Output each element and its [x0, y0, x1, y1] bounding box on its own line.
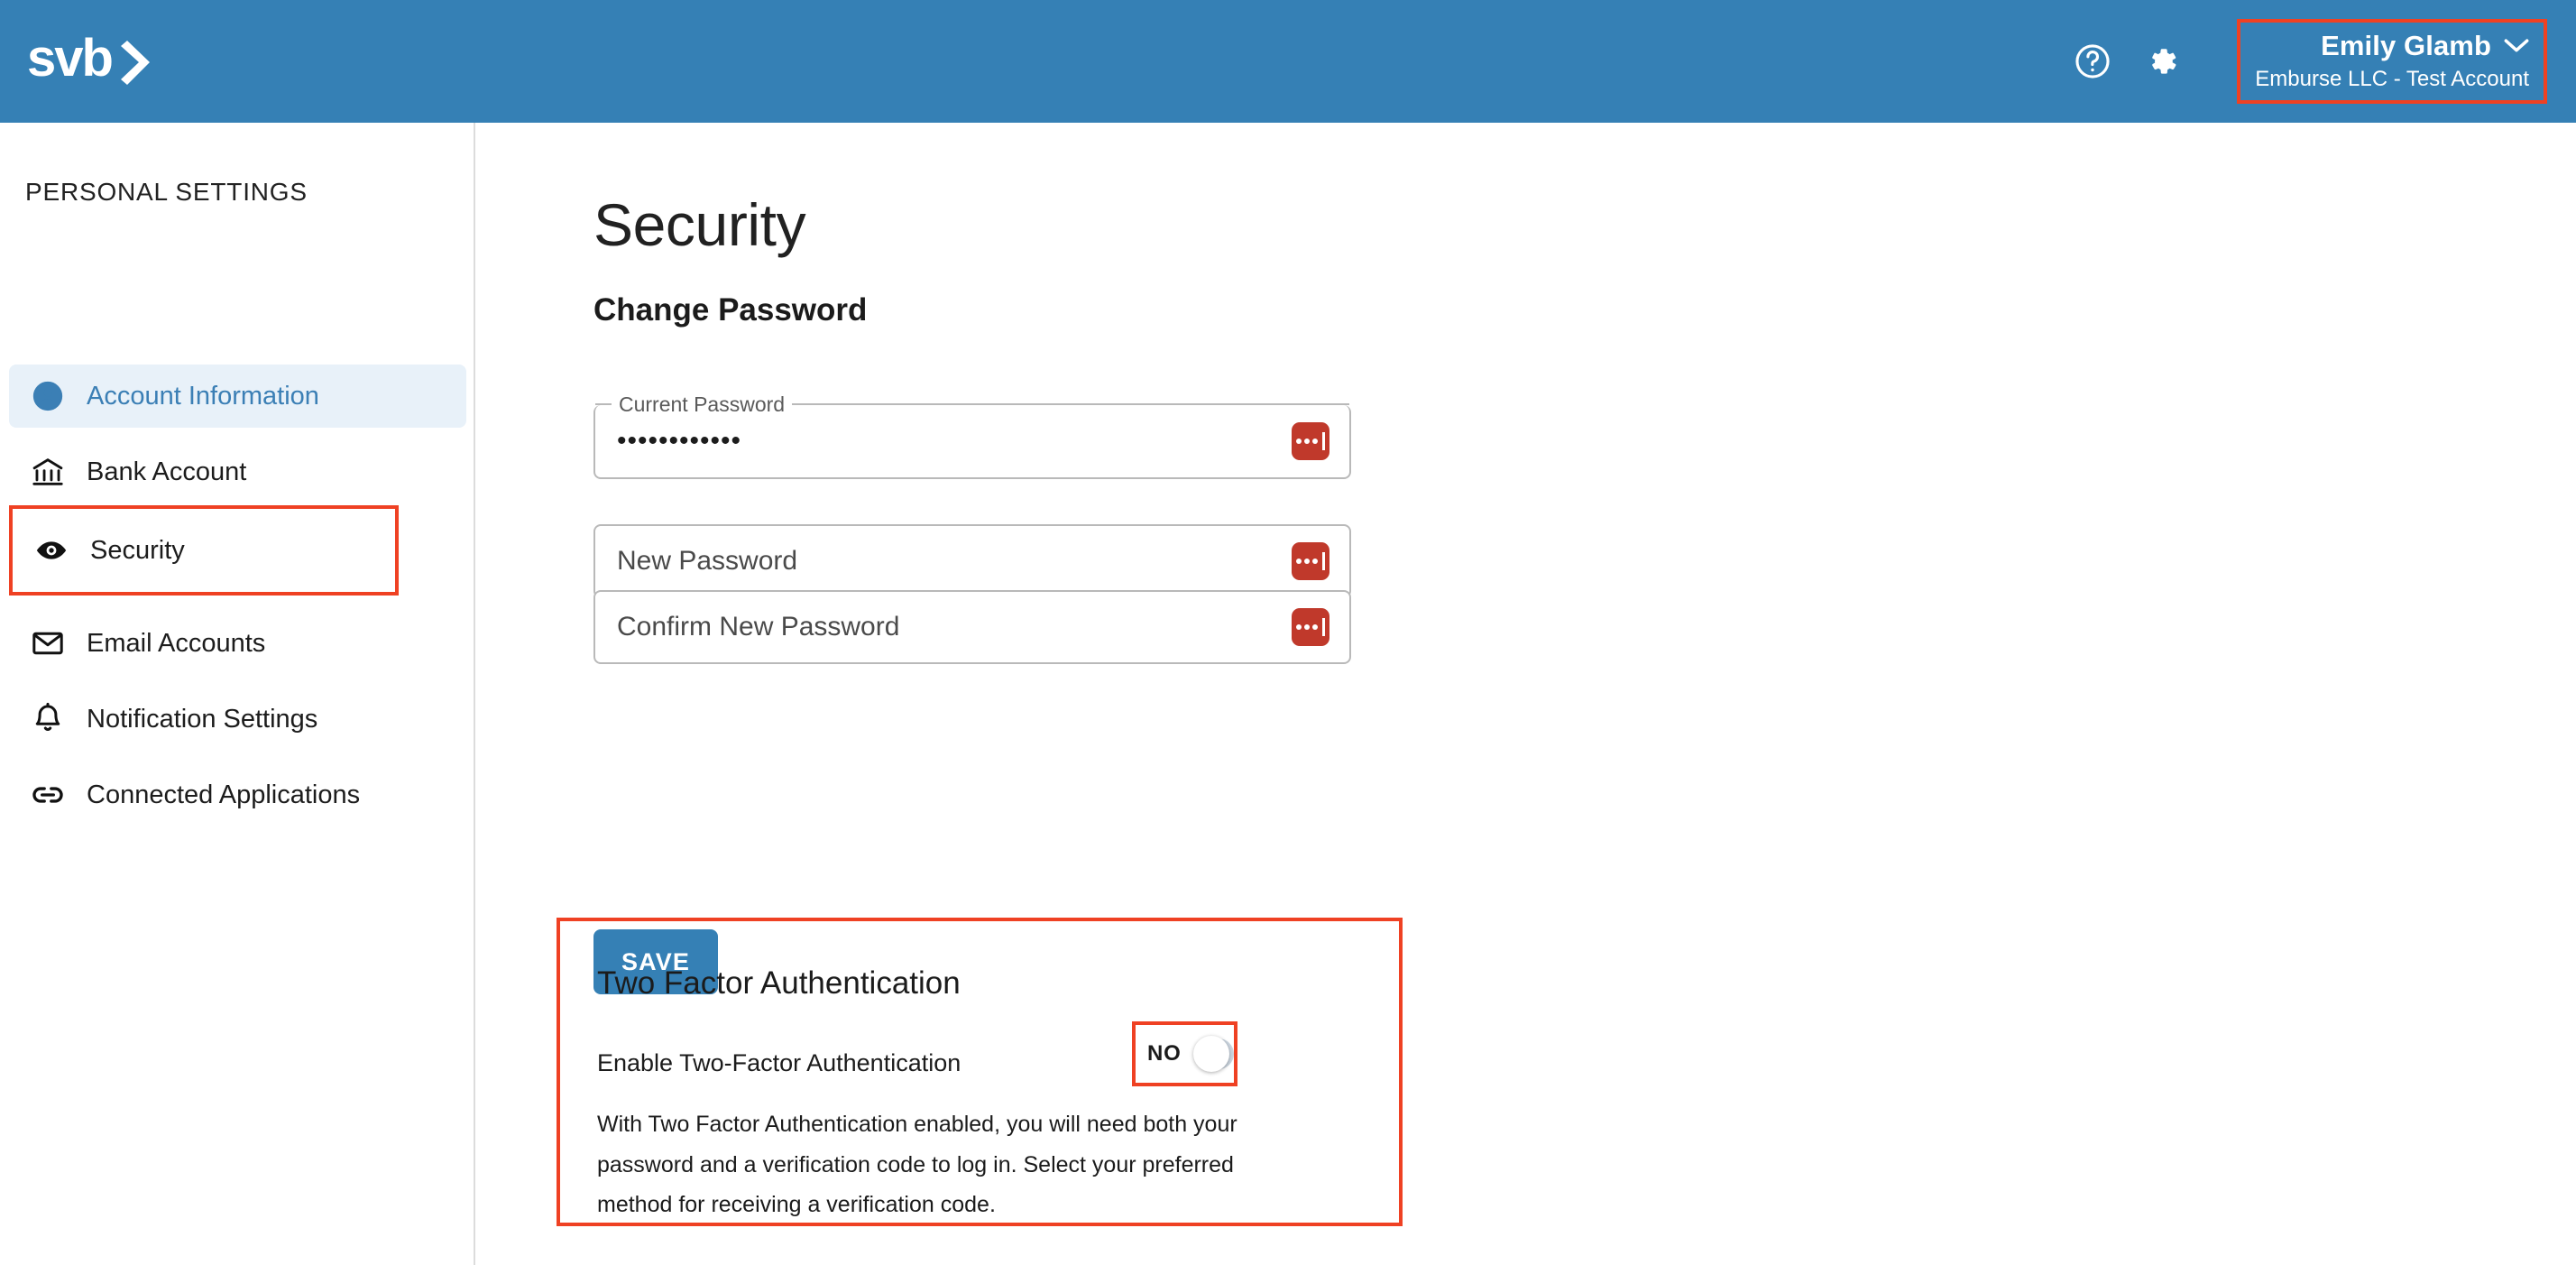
help-button[interactable]: [2058, 27, 2127, 96]
svb-logo[interactable]: svb: [27, 29, 180, 92]
page-title: Security: [593, 191, 806, 258]
sidebar-item-label: Notification Settings: [87, 704, 318, 734]
user-menu-button[interactable]: Emily Glamb Emburse LLC - Test Account: [2237, 19, 2547, 104]
top-header-bar: svb Emily Glamb Emburse LLC - Test Accou…: [0, 0, 2576, 123]
sidebar-item-label: Bank Account: [87, 457, 247, 486]
svg-text:svb: svb: [27, 32, 113, 88]
help-circle-icon: [2075, 44, 2110, 78]
sidebar-item-label: Connected Applications: [87, 780, 361, 809]
user-name-row: Emily Glamb: [2321, 30, 2529, 62]
new-password-placeholder: New Password: [617, 546, 798, 576]
confirm-new-password-field[interactable]: Confirm New Password: [593, 590, 1351, 664]
new-password-field[interactable]: New Password: [593, 524, 1351, 598]
current-password-legend-row: Current Password: [595, 392, 1349, 416]
envelope-icon: [29, 624, 67, 662]
two-factor-toggle-value: NO: [1147, 1041, 1182, 1066]
sidebar-item-account-information[interactable]: Account Information: [9, 365, 466, 428]
settings-button[interactable]: [2127, 27, 2195, 96]
lastpass-icon[interactable]: [1292, 422, 1329, 460]
header-actions: Emily Glamb Emburse LLC - Test Account: [2058, 0, 2547, 123]
sidebar-title: PERSONAL SETTINGS: [25, 178, 308, 206]
current-password-value: ••••••••••••: [617, 426, 742, 456]
bank-icon: [29, 453, 67, 491]
user-circle-icon: [29, 377, 67, 415]
sidebar-item-notification-settings[interactable]: Notification Settings: [9, 688, 466, 751]
toggle-track: [1192, 1036, 1234, 1072]
lastpass-icon[interactable]: [1292, 608, 1329, 646]
two-factor-toggle[interactable]: NO: [1132, 1021, 1237, 1086]
sidebar: PERSONAL SETTINGS Account Information Ba…: [0, 123, 475, 1265]
main-content: Security Change Password Current Passwor…: [475, 123, 2576, 1265]
gear-icon: [2152, 49, 2176, 74]
current-password-field[interactable]: Current Password ••••••••••••: [593, 392, 1351, 479]
lastpass-icon[interactable]: [1292, 542, 1329, 580]
sidebar-item-label: Security: [90, 535, 185, 565]
sidebar-item-label: Email Accounts: [87, 628, 266, 658]
two-factor-title: Two Factor Authentication: [597, 965, 961, 1001]
two-factor-description: With Two Factor Authentication enabled, …: [597, 1112, 1237, 1217]
user-organization: Emburse LLC - Test Account: [2255, 66, 2529, 91]
svb-chevron-logo-icon: svb: [27, 32, 150, 88]
sidebar-item-security[interactable]: Security: [9, 505, 399, 596]
sidebar-item-bank-account[interactable]: Bank Account: [9, 440, 466, 503]
link-icon: [29, 776, 67, 814]
sidebar-item-connected-applications[interactable]: Connected Applications: [9, 763, 466, 826]
change-password-heading: Change Password: [593, 292, 868, 328]
sidebar-nav: Account Information Bank Account Securit…: [9, 365, 466, 839]
two-factor-authentication-section: Two Factor Authentication Enable Two-Fac…: [557, 918, 1403, 1226]
current-password-label: Current Password: [619, 392, 786, 416]
user-name: Emily Glamb: [2321, 29, 2491, 61]
confirm-new-password-placeholder: Confirm New Password: [617, 612, 900, 642]
toggle-knob: [1192, 1036, 1229, 1072]
bell-icon: [29, 700, 67, 738]
sidebar-item-email-accounts[interactable]: Email Accounts: [9, 612, 466, 675]
chevron-down-icon: [2504, 39, 2529, 52]
enable-two-factor-label: Enable Two-Factor Authentication: [597, 1049, 961, 1076]
eye-icon: [32, 531, 70, 569]
sidebar-item-label: Account Information: [87, 381, 319, 411]
